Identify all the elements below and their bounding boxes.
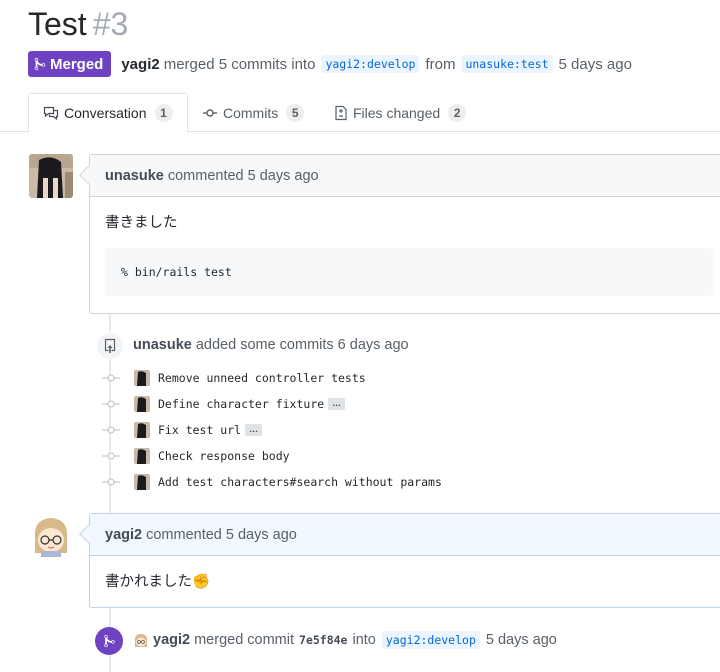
comment-author-link[interactable]: yagi2 xyxy=(105,527,142,543)
commit-row: Define character fixture … xyxy=(100,394,346,414)
file-diff-icon xyxy=(335,105,347,120)
pr-summary-text: merged 5 commits into xyxy=(163,55,316,73)
pr-time: 5 days ago xyxy=(558,55,632,73)
comment-action: commented 5 days ago xyxy=(167,167,319,184)
merge-into-text: into xyxy=(352,632,376,648)
git-commit-icon xyxy=(203,108,217,117)
avatar-unasuke[interactable] xyxy=(29,154,73,198)
comment-unasuke: unasuke commented 5 days ago 書きました % bin… xyxy=(79,154,720,314)
commit-row: Check response body xyxy=(100,446,290,466)
comment-author-link[interactable]: unasuke xyxy=(105,168,164,184)
merge-action: merged commit xyxy=(194,632,295,648)
pr-title: Test #3 xyxy=(28,4,128,44)
comment-header: yagi2 commented 5 days ago xyxy=(90,514,720,556)
tab-commits[interactable]: Commits 5 xyxy=(202,93,305,132)
commit-message-link[interactable]: Remove unneed controller tests xyxy=(158,371,366,385)
merged-state-badge: Merged xyxy=(28,51,112,77)
commit-author-avatar[interactable] xyxy=(134,370,150,386)
commit-event-badge xyxy=(96,332,124,360)
commit-message-link[interactable]: Check response body xyxy=(158,449,290,463)
raised-fist-emoji: ✊ xyxy=(192,574,211,590)
head-branch-label[interactable]: unasuke:test xyxy=(461,55,553,73)
pr-meta: Merged yagi2 merged 5 commits into yagi2… xyxy=(28,51,632,77)
merge-time: 5 days ago xyxy=(485,632,557,648)
comment-body: 書かれました✊ xyxy=(90,556,720,605)
pr-number: #3 xyxy=(92,6,129,42)
pr-author-link[interactable]: yagi2 xyxy=(121,56,159,73)
comment-yagi2: yagi2 commented 5 days ago 書かれました✊ xyxy=(79,513,720,608)
tab-conversation-count: 1 xyxy=(154,104,173,122)
git-merge-icon xyxy=(103,634,115,648)
comment-body: 書きました % bin/rails test xyxy=(90,197,720,310)
git-merge-icon xyxy=(34,57,46,71)
expand-commit-button[interactable]: … xyxy=(328,398,346,410)
git-commit-icon xyxy=(100,425,122,435)
commit-author-avatar[interactable] xyxy=(134,422,150,438)
base-branch-label[interactable]: yagi2:develop xyxy=(321,55,420,73)
commit-message-link[interactable]: Fix test url xyxy=(158,423,241,437)
merge-event-header: yagi2 merged commit 7e5f84e into yagi2:d… xyxy=(133,631,557,649)
commit-row: Fix test url … xyxy=(100,420,263,440)
comment-header: unasuke commented 5 days ago xyxy=(90,155,720,197)
merge-author-avatar[interactable] xyxy=(133,632,149,648)
expand-commit-button[interactable]: … xyxy=(245,424,263,436)
commits-event-action: added some commits 6 days ago xyxy=(195,337,409,353)
pr-title-text: Test xyxy=(28,6,87,42)
git-commit-icon xyxy=(100,399,122,409)
tab-commits-label: Commits xyxy=(223,104,279,121)
comment-text: 書かれました xyxy=(105,574,192,590)
commit-row: Remove unneed controller tests xyxy=(100,368,366,388)
commit-author-avatar[interactable] xyxy=(134,396,150,412)
commit-message-link[interactable]: Define character fixture xyxy=(158,397,324,411)
commit-row: Add test characters#search without param… xyxy=(100,472,442,492)
git-commit-icon xyxy=(100,451,122,461)
merged-state-label: Merged xyxy=(50,55,104,73)
pr-tabs: Conversation 1 Commits 5 Files changed 2 xyxy=(0,93,720,133)
tab-files-changed[interactable]: Files changed 2 xyxy=(334,93,467,132)
comment-text: 書きました xyxy=(105,215,178,231)
merge-event-badge xyxy=(95,627,123,655)
commits-event-author-link[interactable]: unasuke xyxy=(133,337,192,353)
merge-branch-label[interactable]: yagi2:develop xyxy=(381,631,480,649)
commit-author-avatar[interactable] xyxy=(134,448,150,464)
tab-files-changed-label: Files changed xyxy=(353,104,441,121)
comment-action: commented 5 days ago xyxy=(146,526,297,543)
from-text: from xyxy=(425,55,456,73)
avatar-yagi2[interactable] xyxy=(29,513,73,557)
merge-author-link[interactable]: yagi2 xyxy=(153,632,190,648)
code-block: % bin/rails test xyxy=(105,248,713,296)
merge-commit-sha-link[interactable]: 7e5f84e xyxy=(299,633,347,647)
tab-conversation-label: Conversation xyxy=(64,105,147,121)
timeline-line xyxy=(109,312,111,672)
tab-files-changed-count: 2 xyxy=(448,103,467,122)
commit-author-avatar[interactable] xyxy=(134,474,150,490)
git-commit-icon xyxy=(100,373,122,383)
commits-event-header: unasuke added some commits 6 days ago xyxy=(133,337,409,353)
git-commit-icon xyxy=(100,477,122,487)
tab-commits-count: 5 xyxy=(286,103,305,122)
commit-message-link[interactable]: Add test characters#search without param… xyxy=(158,475,442,489)
comment-discussion-icon xyxy=(43,106,59,121)
tab-conversation[interactable]: Conversation 1 xyxy=(28,93,188,133)
repo-push-icon xyxy=(104,338,116,353)
